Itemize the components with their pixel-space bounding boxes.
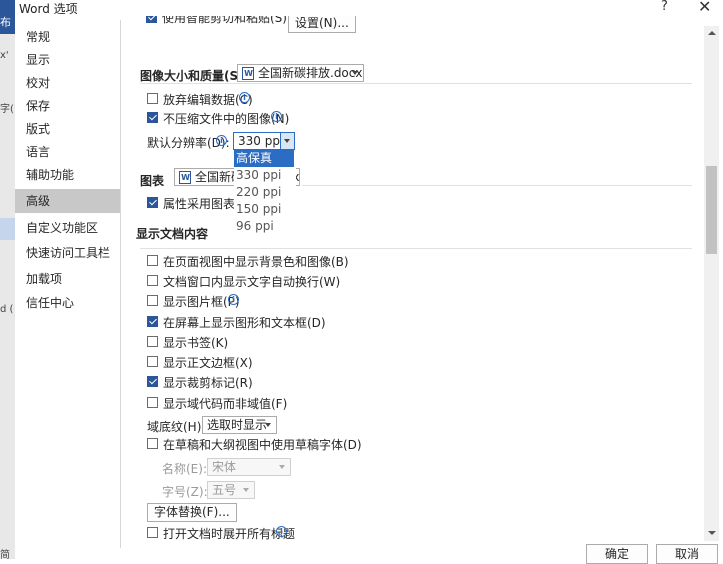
options-nav: 常规 显示 校对 保存 版式 语言 辅助功能 高级 自定义功能区 快速访问工具栏… [15,20,121,548]
field-codes-checkbox[interactable] [147,397,158,408]
background-window: 布 x' 字( d ( 简 [0,0,15,561]
show-bookmarks-checkbox[interactable] [147,336,158,347]
divider [302,185,692,186]
cancel-button[interactable]: 取消 [656,544,718,564]
help-button[interactable]: ? [661,0,668,14]
smart-paste-label: 使用智能剪切和粘贴(S) [162,16,287,25]
expand-headings-checkbox[interactable] [147,527,158,538]
background-selection [0,218,15,240]
background-text-fragment: d ( [0,304,14,315]
nav-item-proofing[interactable]: 校对 [15,72,120,94]
show-drawings-checkbox[interactable] [147,316,158,327]
nav-item-accessibility[interactable]: 辅助功能 [15,164,120,186]
scroll-thumb[interactable] [706,166,717,254]
nav-item-quick-access[interactable]: 快速访问工具栏 [15,242,120,264]
nav-item-advanced[interactable]: 高级 [15,189,120,213]
text-boundaries-label: 显示正文边框(X) [163,356,253,370]
chevron-down-icon [265,423,271,427]
nav-item-general[interactable]: 常规 [15,26,120,48]
text-boundaries-checkbox[interactable] [147,356,158,367]
resolution-select[interactable]: 330 ppi [233,132,295,150]
word-doc-icon [242,67,254,80]
scroll-down-arrow-icon[interactable] [704,526,719,540]
resolution-option[interactable]: 220 ppi [234,184,294,201]
chevron-down-icon [279,465,285,469]
nav-item-trust-center[interactable]: 信任中心 [15,292,120,314]
chevron-down-icon [284,139,290,143]
chart-heading: 图表 [140,174,165,188]
draft-font-checkbox[interactable] [147,438,158,449]
info-icon: i [271,111,282,122]
window-title: Word 选项 [19,2,78,16]
display-content-heading: 显示文档内容 [136,227,209,241]
picture-placeholders-checkbox[interactable] [147,295,158,306]
wrap-text-checkbox[interactable] [147,275,158,286]
nav-item-language[interactable]: 语言 [15,141,120,163]
chevron-down-icon [243,488,249,492]
resolution-option[interactable]: 330 ppi [234,167,294,184]
crop-marks-checkbox[interactable] [147,376,158,387]
font-name-value: 宋体 [212,460,237,474]
nav-item-layout[interactable]: 版式 [15,118,120,140]
smart-paste-checkbox[interactable] [146,16,157,23]
content-scrollbar[interactable] [704,26,719,541]
ok-button[interactable]: 确定 [586,544,648,564]
word-doc-icon [179,171,191,184]
wrap-text-label: 文档窗口内显示文字自动换行(W) [163,275,341,289]
resolution-select-value: 330 ppi [238,134,284,148]
nav-item-display[interactable]: 显示 [15,49,120,71]
background-text-fragment: 字( [0,104,14,115]
show-drawings-label: 在屏幕上显示图形和文本框(D) [163,316,326,330]
font-size-label: 字号(Z): [162,485,208,499]
info-icon: i [228,294,239,305]
expand-headings-label: 打开文档时展开所有标题 [163,527,296,541]
font-substitution-button[interactable]: 字体替换(F)... [147,503,237,522]
nav-item-customize-ribbon[interactable]: 自定义功能区 [15,217,120,239]
chart-props-checkbox[interactable] [147,197,158,208]
background-ribbon: 布 [0,0,15,34]
divider [140,83,692,84]
image-doc-select-value: 全国新碳排放.docx [258,66,363,80]
nav-item-addins[interactable]: 加载项 [15,268,120,290]
background-text-fragment: x' [0,50,9,61]
options-content: 使用智能剪切和粘贴(S) 设置(N)... 图像大小和质量(S) 全国新碳排放.… [122,16,704,544]
info-icon: i [216,135,227,146]
divider [140,248,692,249]
field-shading-label: 域底纹(H): [147,420,206,434]
background-text-fragment: 布 [0,16,11,29]
resolution-option[interactable]: 150 ppi [234,201,294,218]
info-icon: i [276,526,287,537]
font-name-label: 名称(E): [162,462,207,476]
font-size-value: 五号 [212,483,237,497]
title-bar: Word 选项 ? ✕ [15,0,723,16]
show-background-label: 在页面视图中显示背景色和图像(B) [163,255,349,269]
field-shading-select[interactable]: 选取时显示 [202,416,277,434]
image-quality-heading: 图像大小和质量(S) [140,69,244,83]
font-size-select[interactable]: 五号 [207,481,255,499]
nav-item-save[interactable]: 保存 [15,95,120,117]
scroll-up-arrow-icon[interactable] [704,26,719,40]
resolution-dropdown-list: 高保真 330 ppi 220 ppi 150 ppi 96 ppi [234,150,296,234]
discard-edit-data-checkbox[interactable] [147,93,158,104]
field-codes-label: 显示域代码而非域值(F) [163,397,288,411]
show-background-checkbox[interactable] [147,255,158,266]
close-button[interactable]: ✕ [698,0,711,16]
paste-settings-button[interactable]: 设置(N)... [288,16,356,33]
show-bookmarks-label: 显示书签(K) [163,336,229,350]
chevron-down-icon [352,71,358,75]
font-name-select[interactable]: 宋体 [207,458,291,476]
resolution-option[interactable]: 96 ppi [234,218,294,235]
resolution-option[interactable]: 高保真 [234,150,294,167]
no-compress-checkbox[interactable] [147,112,158,123]
field-shading-value: 选取时显示 [207,418,268,432]
crop-marks-label: 显示裁剪标记(R) [163,376,253,390]
info-icon: i [239,92,250,103]
image-doc-select[interactable]: 全国新碳排放.docx [237,64,364,82]
draft-font-label: 在草稿和大纲视图中使用草稿字体(D) [163,438,362,452]
